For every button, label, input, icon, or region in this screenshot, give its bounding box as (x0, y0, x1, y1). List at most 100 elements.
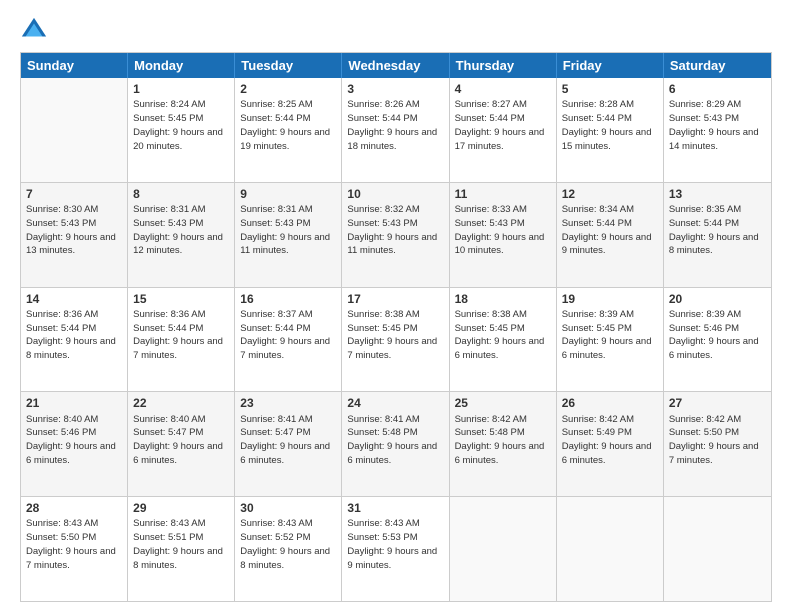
day-number: 30 (240, 500, 336, 516)
day-number: 18 (455, 291, 551, 307)
day-info: Sunrise: 8:25 AM Sunset: 5:44 PM Dayligh… (240, 99, 330, 151)
day-number: 23 (240, 395, 336, 411)
header-cell-friday: Friday (557, 53, 664, 78)
day-info: Sunrise: 8:43 AM Sunset: 5:53 PM Dayligh… (347, 518, 437, 570)
day-cell-7: 7 Sunrise: 8:30 AM Sunset: 5:43 PM Daylig… (21, 183, 128, 287)
day-cell-24: 24Sunrise: 8:41 AM Sunset: 5:48 PM Dayli… (342, 392, 449, 496)
day-info: Sunrise: 8:24 AM Sunset: 5:45 PM Dayligh… (133, 99, 223, 151)
day-number: 28 (26, 500, 122, 516)
day-number: 5 (562, 81, 658, 97)
day-info: Sunrise: 8:43 AM Sunset: 5:51 PM Dayligh… (133, 518, 223, 570)
day-cell-3: 3 Sunrise: 8:26 AM Sunset: 5:44 PM Daylig… (342, 78, 449, 182)
day-cell-27: 27Sunrise: 8:42 AM Sunset: 5:50 PM Dayli… (664, 392, 771, 496)
header-cell-thursday: Thursday (450, 53, 557, 78)
day-info: Sunrise: 8:43 AM Sunset: 5:52 PM Dayligh… (240, 518, 330, 570)
day-info: Sunrise: 8:32 AM Sunset: 5:43 PM Dayligh… (347, 204, 437, 256)
day-info: Sunrise: 8:40 AM Sunset: 5:46 PM Dayligh… (26, 414, 116, 466)
day-number: 20 (669, 291, 766, 307)
day-info: Sunrise: 8:38 AM Sunset: 5:45 PM Dayligh… (347, 309, 437, 361)
header-cell-saturday: Saturday (664, 53, 771, 78)
day-cell-13: 13 Sunrise: 8:35 AM Sunset: 5:44 PM Dayli… (664, 183, 771, 287)
day-cell-6: 6 Sunrise: 8:29 AM Sunset: 5:43 PM Daylig… (664, 78, 771, 182)
day-cell-31: 31 Sunrise: 8:43 AM Sunset: 5:53 PM Dayli… (342, 497, 449, 601)
day-info: Sunrise: 8:40 AM Sunset: 5:47 PM Dayligh… (133, 414, 223, 466)
day-cell-2: 2 Sunrise: 8:25 AM Sunset: 5:44 PM Daylig… (235, 78, 342, 182)
page: SundayMondayTuesdayWednesdayThursdayFrid… (0, 0, 792, 612)
day-number: 21 (26, 395, 122, 411)
day-number: 27 (669, 395, 766, 411)
day-cell-empty-4-5 (557, 497, 664, 601)
day-cell-18: 18 Sunrise: 8:38 AM Sunset: 5:45 PM Dayli… (450, 288, 557, 392)
day-info: Sunrise: 8:31 AM Sunset: 5:43 PM Dayligh… (133, 204, 223, 256)
day-number: 7 (26, 186, 122, 202)
day-info: Sunrise: 8:29 AM Sunset: 5:43 PM Dayligh… (669, 99, 759, 151)
day-number: 11 (455, 186, 551, 202)
day-number: 8 (133, 186, 229, 202)
day-number: 1 (133, 81, 229, 97)
day-info: Sunrise: 8:30 AM Sunset: 5:43 PM Dayligh… (26, 204, 116, 256)
calendar-row-2: 14 Sunrise: 8:36 AM Sunset: 5:44 PM Dayli… (21, 288, 771, 393)
day-number: 14 (26, 291, 122, 307)
day-cell-22: 22 Sunrise: 8:40 AM Sunset: 5:47 PM Dayli… (128, 392, 235, 496)
day-cell-26: 26 Sunrise: 8:42 AM Sunset: 5:49 PM Dayli… (557, 392, 664, 496)
day-info: Sunrise: 8:42 AM Sunset: 5:49 PM Dayligh… (562, 414, 652, 466)
day-number: 26 (562, 395, 658, 411)
logo-icon (20, 16, 48, 44)
day-number: 25 (455, 395, 551, 411)
header-cell-tuesday: Tuesday (235, 53, 342, 78)
day-number: 16 (240, 291, 336, 307)
day-info: Sunrise: 8:31 AM Sunset: 5:43 PM Dayligh… (240, 204, 330, 256)
calendar-row-4: 28 Sunrise: 8:43 AM Sunset: 5:50 PM Dayli… (21, 497, 771, 601)
header-cell-sunday: Sunday (21, 53, 128, 78)
day-number: 29 (133, 500, 229, 516)
day-cell-29: 29 Sunrise: 8:43 AM Sunset: 5:51 PM Dayli… (128, 497, 235, 601)
day-cell-23: 23 Sunrise: 8:41 AM Sunset: 5:47 PM Dayli… (235, 392, 342, 496)
day-info: Sunrise: 8:36 AM Sunset: 5:44 PM Dayligh… (26, 309, 116, 361)
day-cell-21: 21 Sunrise: 8:40 AM Sunset: 5:46 PM Dayli… (21, 392, 128, 496)
day-cell-16: 16 Sunrise: 8:37 AM Sunset: 5:44 PM Dayli… (235, 288, 342, 392)
day-cell-12: 12 Sunrise: 8:34 AM Sunset: 5:44 PM Dayli… (557, 183, 664, 287)
day-info: Sunrise: 8:26 AM Sunset: 5:44 PM Dayligh… (347, 99, 437, 151)
header (20, 16, 772, 44)
day-cell-empty-4-4 (450, 497, 557, 601)
header-cell-wednesday: Wednesday (342, 53, 449, 78)
calendar-body: 1 Sunrise: 8:24 AM Sunset: 5:45 PM Daylig… (21, 78, 771, 601)
logo (20, 16, 52, 44)
day-info: Sunrise: 8:28 AM Sunset: 5:44 PM Dayligh… (562, 99, 652, 151)
day-cell-5: 5 Sunrise: 8:28 AM Sunset: 5:44 PM Daylig… (557, 78, 664, 182)
day-info: Sunrise: 8:38 AM Sunset: 5:45 PM Dayligh… (455, 309, 545, 361)
header-cell-monday: Monday (128, 53, 235, 78)
day-info: Sunrise: 8:43 AM Sunset: 5:50 PM Dayligh… (26, 518, 116, 570)
day-number: 2 (240, 81, 336, 97)
calendar-row-3: 21 Sunrise: 8:40 AM Sunset: 5:46 PM Dayli… (21, 392, 771, 497)
calendar-row-0: 1 Sunrise: 8:24 AM Sunset: 5:45 PM Daylig… (21, 78, 771, 183)
day-info: Sunrise: 8:37 AM Sunset: 5:44 PM Dayligh… (240, 309, 330, 361)
day-number: 6 (669, 81, 766, 97)
day-cell-20: 20 Sunrise: 8:39 AM Sunset: 5:46 PM Dayli… (664, 288, 771, 392)
day-cell-1: 1 Sunrise: 8:24 AM Sunset: 5:45 PM Daylig… (128, 78, 235, 182)
day-info: Sunrise: 8:39 AM Sunset: 5:46 PM Dayligh… (669, 309, 759, 361)
day-number: 17 (347, 291, 443, 307)
calendar-row-1: 7 Sunrise: 8:30 AM Sunset: 5:43 PM Daylig… (21, 183, 771, 288)
day-info: Sunrise: 8:36 AM Sunset: 5:44 PM Dayligh… (133, 309, 223, 361)
day-number: 4 (455, 81, 551, 97)
day-info: Sunrise: 8:35 AM Sunset: 5:44 PM Dayligh… (669, 204, 759, 256)
day-cell-25: 25Sunrise: 8:42 AM Sunset: 5:48 PM Dayli… (450, 392, 557, 496)
day-cell-30: 30 Sunrise: 8:43 AM Sunset: 5:52 PM Dayli… (235, 497, 342, 601)
day-info: Sunrise: 8:34 AM Sunset: 5:44 PM Dayligh… (562, 204, 652, 256)
day-number: 31 (347, 500, 443, 516)
day-info: Sunrise: 8:39 AM Sunset: 5:45 PM Dayligh… (562, 309, 652, 361)
day-number: 3 (347, 81, 443, 97)
day-number: 19 (562, 291, 658, 307)
day-number: 13 (669, 186, 766, 202)
calendar-header: SundayMondayTuesdayWednesdayThursdayFrid… (21, 53, 771, 78)
day-cell-28: 28 Sunrise: 8:43 AM Sunset: 5:50 PM Dayli… (21, 497, 128, 601)
day-number: 12 (562, 186, 658, 202)
day-info: Sunrise: 8:41 AM Sunset: 5:47 PM Dayligh… (240, 414, 330, 466)
day-cell-9: 9Sunrise: 8:31 AM Sunset: 5:43 PM Daylig… (235, 183, 342, 287)
day-number: 24 (347, 395, 443, 411)
day-number: 22 (133, 395, 229, 411)
day-cell-10: 10Sunrise: 8:32 AM Sunset: 5:43 PM Dayli… (342, 183, 449, 287)
day-info: Sunrise: 8:27 AM Sunset: 5:44 PM Dayligh… (455, 99, 545, 151)
day-cell-8: 8 Sunrise: 8:31 AM Sunset: 5:43 PM Daylig… (128, 183, 235, 287)
